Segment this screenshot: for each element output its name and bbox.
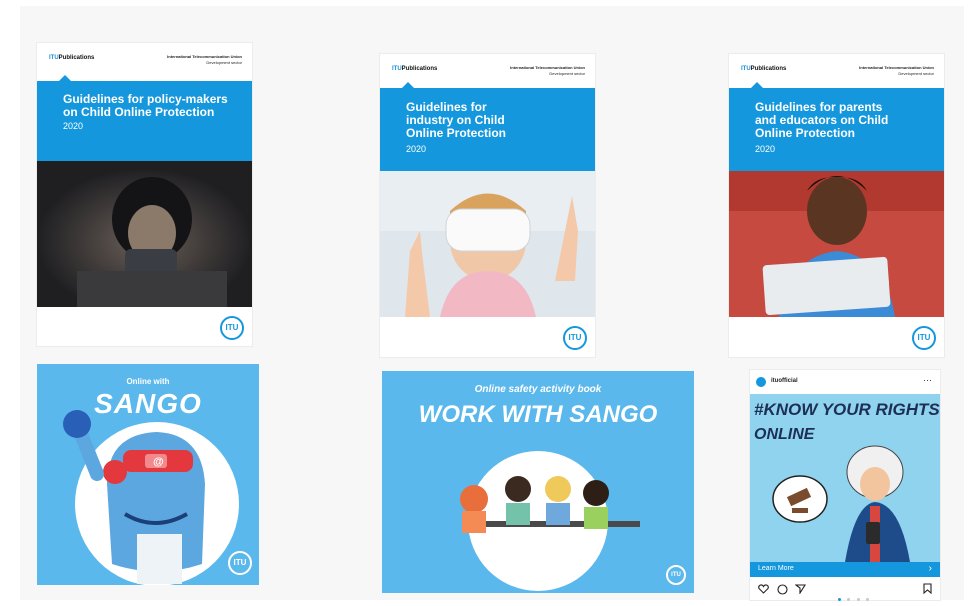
cover-title: Guidelines for policy-makers on Child On… <box>63 92 228 119</box>
sango-subtitle: Online with <box>126 377 170 386</box>
insta-headline-2: ONLINE <box>754 426 815 443</box>
cover-policy-makers[interactable]: ITUPublications International Telecommun… <box>37 43 252 346</box>
publisher-logo: ITUPublications <box>49 55 95 61</box>
insta-headline-1: #KNOW YOUR RIGHTS <box>754 400 940 419</box>
heart-icon[interactable] <box>758 584 769 594</box>
learn-more-bar[interactable]: Learn More › <box>750 562 940 577</box>
itu-logo-icon: ITU <box>912 326 936 350</box>
online-with-sango-card[interactable]: Online with SANGO @ ITU <box>37 364 259 585</box>
learn-more-label: Learn More <box>758 565 794 572</box>
share-icon[interactable] <box>795 584 806 594</box>
insta-actions <box>750 579 940 601</box>
gallery-canvas: ITUPublications International Telecommun… <box>20 6 964 601</box>
activity-subtitle: Online safety activity book <box>474 384 602 395</box>
cover-title: Guidelines for parents and educators on … <box>755 100 889 140</box>
instagram-post[interactable]: ituofficial ··· #KNOW YOUR RIGHTS ONLINE… <box>750 370 940 601</box>
cover-industry[interactable]: ITUPublications International Telecommun… <box>380 54 595 357</box>
sango-title: SANGO <box>94 388 202 419</box>
child-tablet-photo <box>729 171 944 317</box>
publisher-logo: ITUPublications <box>392 66 438 72</box>
itu-logo-icon: ITU <box>563 326 587 350</box>
cover-title: Guidelines for industry on Child Online … <box>406 100 507 140</box>
itu-logo-icon: ITU <box>228 551 252 575</box>
cover-year: 2020 <box>63 121 84 131</box>
chevron-right-icon: › <box>928 563 932 574</box>
title-band: Guidelines for industry on Child Online … <box>380 82 595 171</box>
comment-icon[interactable] <box>777 584 788 595</box>
cover-year: 2020 <box>406 144 427 154</box>
more-options-icon[interactable]: ··· <box>923 375 932 385</box>
sango-badge: @ <box>153 456 164 468</box>
child-vr-photo <box>380 171 595 317</box>
carousel-dots <box>838 588 870 606</box>
itu-logo-icon: ITU <box>220 316 244 340</box>
work-with-sango-card[interactable]: Online safety activity book WORK WITH SA… <box>382 371 694 593</box>
insta-image: #KNOW YOUR RIGHTS ONLINE <box>750 394 940 562</box>
org-name: International Telecommunication Union Dev… <box>167 54 242 65</box>
org-name: International Telecommunication Union Dev… <box>859 65 934 76</box>
title-band: Guidelines for parents and educators on … <box>729 82 944 171</box>
bookmark-icon[interactable] <box>923 583 932 594</box>
activity-title: WORK WITH SANGO <box>418 401 658 428</box>
insta-account[interactable]: ituofficial <box>771 378 798 384</box>
avatar <box>756 377 766 387</box>
cover-parents-educators[interactable]: ITUPublications International Telecommun… <box>729 54 944 357</box>
cover-year: 2020 <box>755 144 776 154</box>
insta-header: ituofficial ··· <box>750 370 940 394</box>
publisher-logo: ITUPublications <box>741 66 787 72</box>
itu-logo-icon: ITU <box>666 565 686 585</box>
child-phone-photo <box>37 161 252 307</box>
org-name: International Telecommunication Union Dev… <box>510 65 585 76</box>
title-band: Guidelines for policy-makers on Child On… <box>37 75 252 161</box>
